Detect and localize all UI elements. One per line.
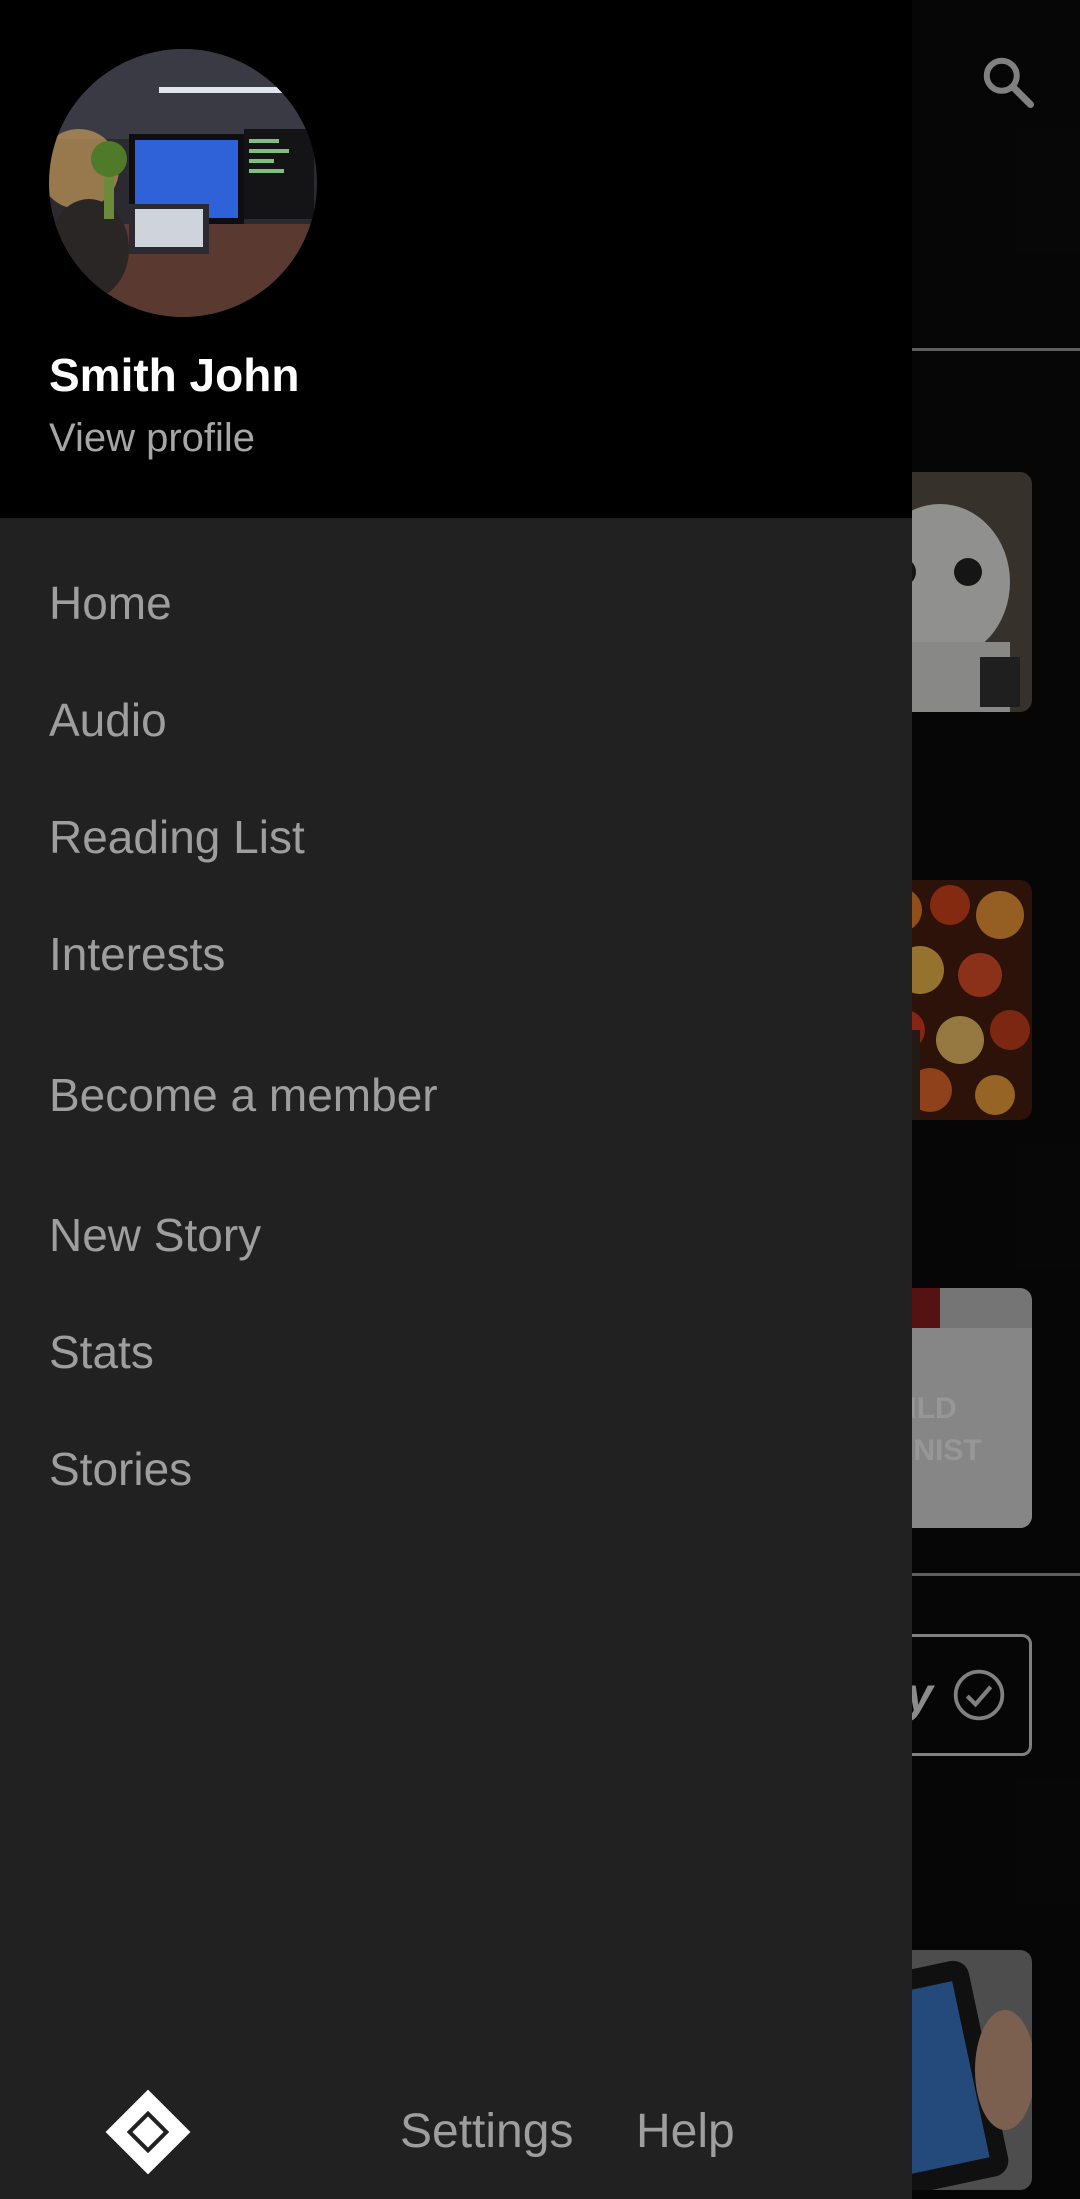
diamond-logo-icon[interactable] [104, 2088, 192, 2176]
view-profile-link[interactable]: View profile [49, 416, 255, 461]
nav-item-become-member[interactable]: Become a member [49, 1068, 438, 1122]
nav-item-reading-list[interactable]: Reading List [49, 810, 305, 864]
user-name: Smith John [49, 349, 300, 401]
drawer-header: Smith John View profile [0, 0, 912, 518]
settings-link[interactable]: Settings [400, 2104, 573, 2159]
nav-item-interests[interactable]: Interests [49, 927, 225, 981]
nav-item-home[interactable]: Home [49, 576, 172, 630]
nav-item-new-story[interactable]: New Story [49, 1208, 261, 1262]
help-link[interactable]: Help [636, 2104, 735, 2159]
nav-item-audio[interactable]: Audio [49, 693, 167, 747]
nav-item-stats[interactable]: Stats [49, 1325, 154, 1379]
navigation-drawer: Smith John View profile Home Audio Readi… [0, 0, 912, 2199]
nav-item-stories[interactable]: Stories [49, 1442, 192, 1496]
avatar[interactable] [49, 49, 317, 317]
